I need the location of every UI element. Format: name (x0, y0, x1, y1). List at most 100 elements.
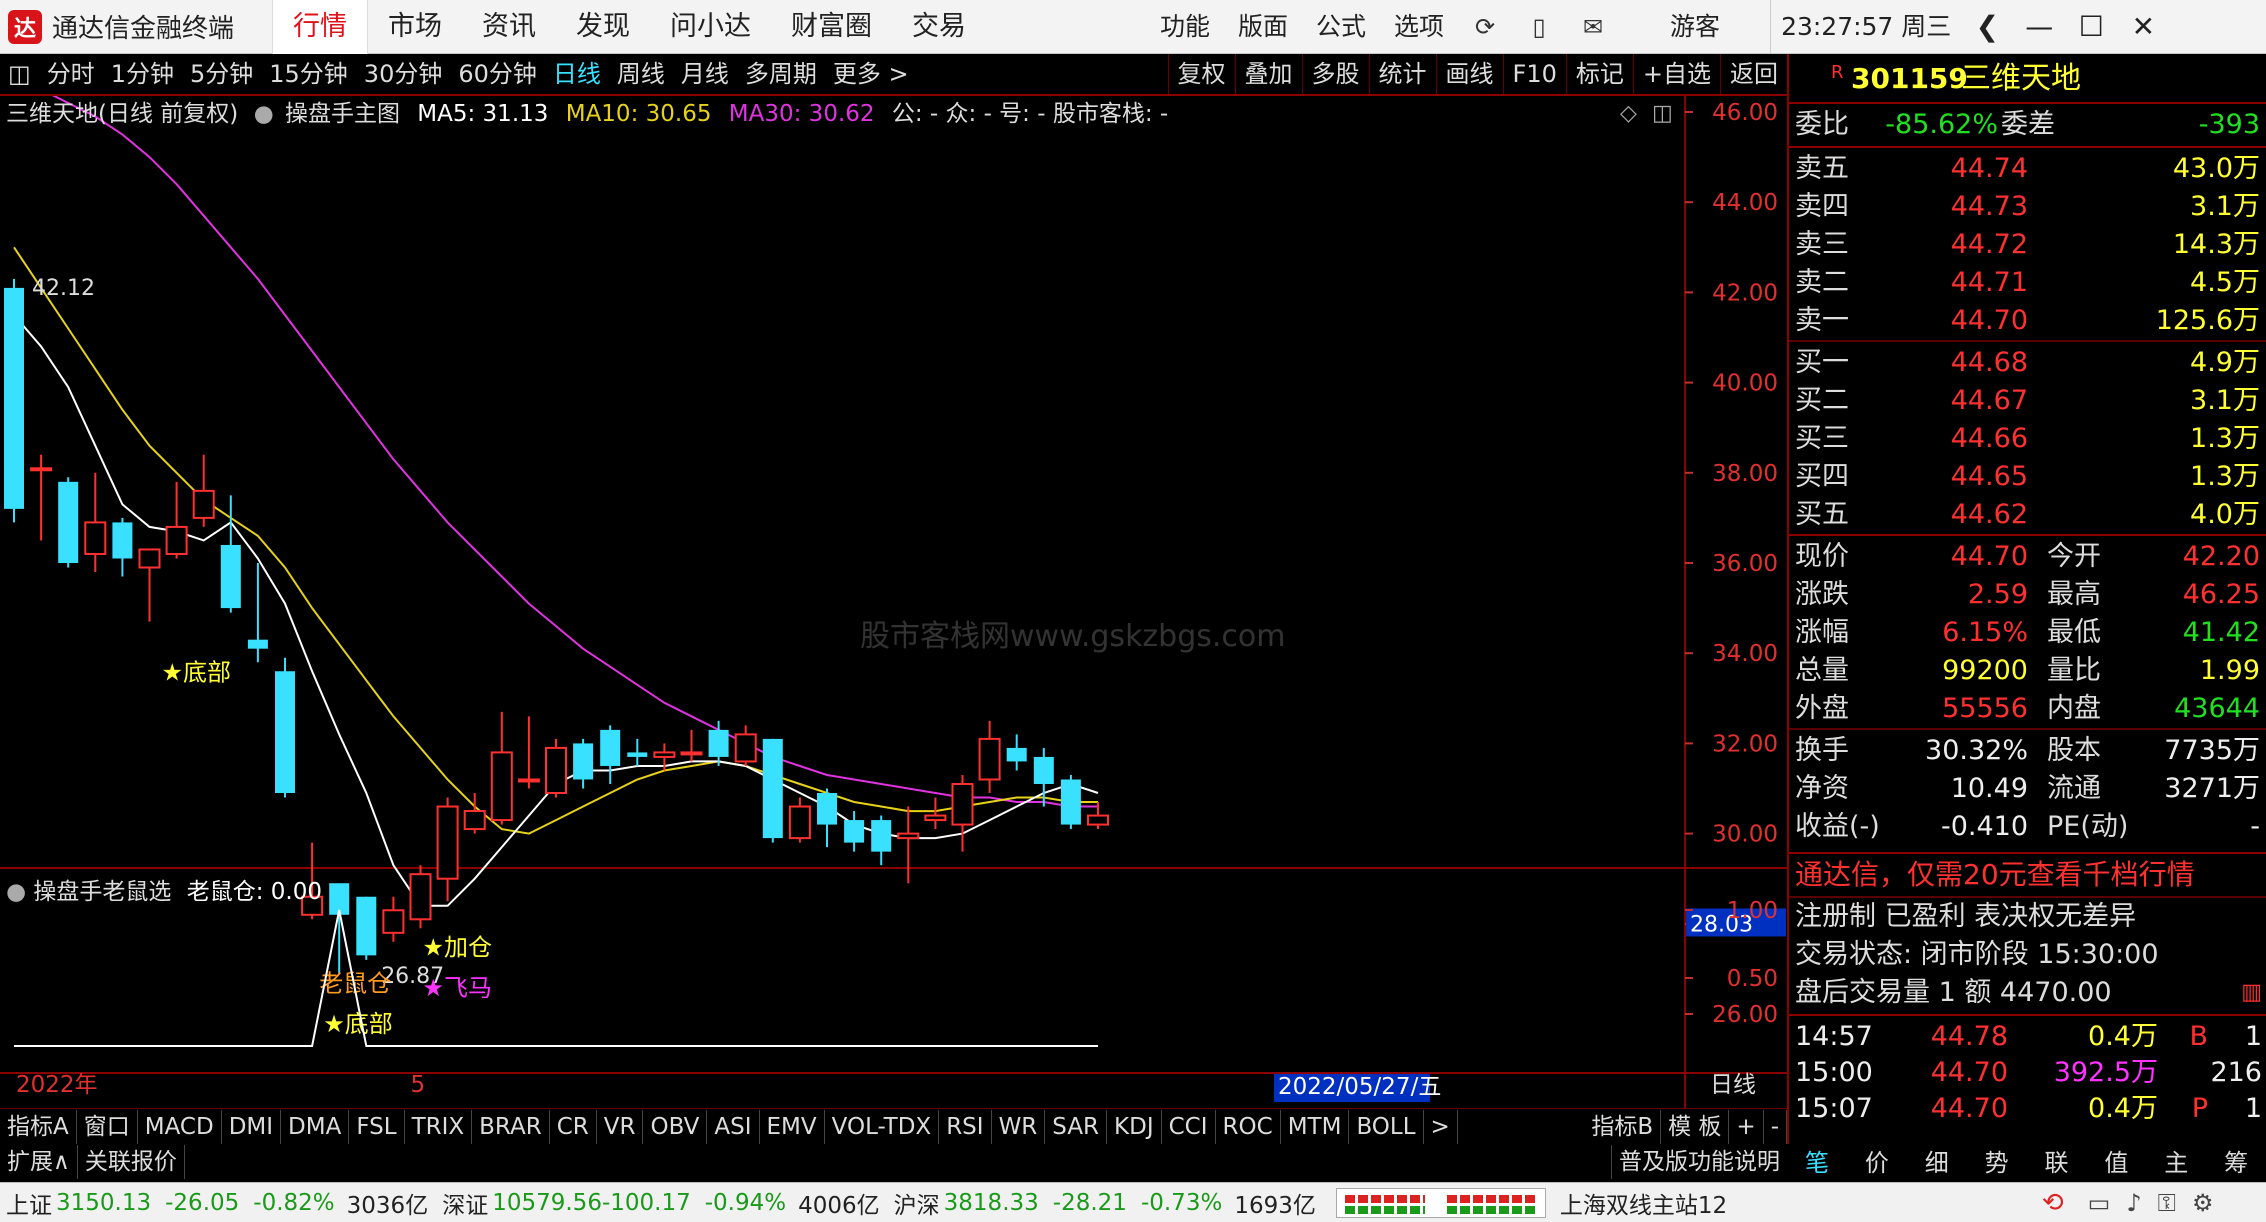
back-arrow-icon[interactable]: ❮ (1961, 0, 2013, 54)
menu-banmian[interactable]: 版面 (1224, 0, 1302, 54)
nav-tab-zixun[interactable]: 资讯 (462, 0, 556, 54)
stat-row[interactable]: 总量 99200 量比 1.99 (1789, 652, 2266, 690)
indicator-tab[interactable]: BRAR (472, 1109, 550, 1144)
indicator-tab[interactable]: DMA (281, 1109, 350, 1144)
period-weekly[interactable]: 周线 (609, 54, 673, 94)
screen-icon[interactable]: ▭ (2080, 1189, 2119, 1217)
connection-refresh-icon[interactable]: ⟲ (2026, 1188, 2080, 1218)
btn-f10[interactable]: F10 (1502, 54, 1566, 94)
lock-icon[interactable]: ⚿ (2150, 1189, 2184, 1217)
period-multi[interactable]: 多周期 (737, 54, 825, 94)
phone-icon[interactable]: ▯ (1522, 10, 1556, 44)
indicator-dot-icon[interactable]: ● (246, 101, 274, 127)
nav-tab-jiaoyi[interactable]: 交易 (892, 0, 986, 54)
indicator-tab[interactable]: 窗口 (77, 1109, 138, 1144)
maximize-icon[interactable]: ☐ (2065, 0, 2117, 54)
refresh-icon[interactable]: ⟳ (1468, 10, 1502, 44)
period-daily[interactable]: 日线 (545, 54, 609, 94)
minimize-icon[interactable]: — (2013, 0, 2065, 54)
indicator-tab[interactable]: FSL (349, 1109, 405, 1144)
sh-index[interactable]: 3150.13 (52, 1190, 151, 1216)
related-quote-button[interactable]: 关联报价 (78, 1145, 185, 1179)
nav-tab-wenxiaoda[interactable]: 问小达 (650, 0, 771, 54)
period-label[interactable]: 日线 (1710, 1072, 1756, 1098)
indicator-tab[interactable]: DMI (222, 1109, 282, 1144)
indicator-tab[interactable]: 模 板 (1661, 1109, 1730, 1144)
sell-level-1[interactable]: 卖一 44.70 125.6万 (1789, 302, 2266, 340)
indicator-tab[interactable]: SAR (1045, 1109, 1108, 1144)
buy-level-2[interactable]: 买二 44.67 3.1万 (1789, 382, 2266, 420)
tick-row[interactable]: 15:00 44.70 392.5万 216 (1789, 1054, 2266, 1092)
expand-button[interactable]: 扩展∧ (0, 1145, 78, 1179)
kline-chart[interactable]: 46.00 44.00 42.00 40.00 38.00 36.00 34.00 32.00… (0, 96, 1787, 1108)
indicator-tab[interactable]: WR (992, 1109, 1046, 1144)
btn-biaoji[interactable]: 标记 (1565, 54, 1633, 94)
chart-small-icon[interactable]: ▥ (2241, 974, 2262, 1012)
nav-tab-caifuquan[interactable]: 财富圈 (771, 0, 892, 54)
detail-tab[interactable]: 价 (1847, 1145, 1907, 1181)
nav-tab-faxian[interactable]: 发现 (556, 0, 650, 54)
btn-add-favorite[interactable]: +自选 (1632, 54, 1720, 94)
sz-index[interactable]: 10579.56 (488, 1190, 602, 1216)
fund-row[interactable]: 收益(-) -0.410 PE(动) - (1789, 808, 2266, 846)
indicator-tab[interactable]: MTM (1281, 1109, 1350, 1144)
user-label[interactable]: 游客 (1620, 0, 1770, 54)
main-indicator-name[interactable]: 操盘手主图 (281, 101, 400, 127)
ad-banner[interactable]: 通达信，仅需20元查看千档行情 (1789, 856, 2266, 894)
period-more[interactable]: 更多 > (825, 54, 917, 94)
menu-gongshi[interactable]: 公式 (1302, 0, 1380, 54)
indicator-tab[interactable]: - (1764, 1109, 1787, 1144)
indicator-tab[interactable]: CR (550, 1109, 597, 1144)
stat-row[interactable]: 涨幅 6.15% 最低 41.42 (1789, 614, 2266, 652)
detail-tab[interactable]: 主 (2146, 1145, 2206, 1181)
buy-level-3[interactable]: 买三 44.66 1.3万 (1789, 420, 2266, 458)
detail-tab[interactable]: 联 (2027, 1145, 2087, 1181)
sell-level-3[interactable]: 卖三 44.72 14.3万 (1789, 226, 2266, 264)
mail-icon[interactable]: ✉ (1576, 10, 1610, 44)
btn-huaxian[interactable]: 画线 (1435, 54, 1503, 94)
indicator-tab[interactable]: + (1729, 1109, 1764, 1144)
period-1min[interactable]: 1分钟 (103, 54, 182, 94)
indicator-tab[interactable]: RSI (939, 1109, 992, 1144)
stat-row[interactable]: 外盘 55556 内盘 43644 (1789, 690, 2266, 728)
fund-row[interactable]: 换手 30.32% 股本 7735万 (1789, 732, 2266, 770)
indicator-tab[interactable]: CCI (1162, 1109, 1216, 1144)
btn-fanhui[interactable]: 返回 (1720, 54, 1787, 94)
nav-tab-shichang[interactable]: 市场 (368, 0, 462, 54)
indicator-tab[interactable]: > (1424, 1109, 1458, 1144)
buy-level-5[interactable]: 买五 44.62 4.0万 (1789, 496, 2266, 534)
indicator-tab[interactable]: 指标A (0, 1109, 77, 1144)
indicator-tab[interactable]: TRIX (405, 1109, 473, 1144)
help-link[interactable]: 普及版功能说明 (1611, 1145, 1787, 1179)
btn-diejia[interactable]: 叠加 (1234, 54, 1302, 94)
tick-row[interactable]: 14:57 44.78 0.4万 B 1 (1789, 1018, 2266, 1056)
detail-tab[interactable]: 势 (1967, 1145, 2027, 1181)
server-label[interactable]: 上海双线主站12 (1546, 1186, 2026, 1220)
detail-tab[interactable]: 值 (2086, 1145, 2146, 1181)
indicator-tab[interactable]: VOL-TDX (825, 1109, 940, 1144)
indicator-tab[interactable]: VR (597, 1109, 644, 1144)
btn-duogu[interactable]: 多股 (1301, 54, 1369, 94)
diamond-icon[interactable]: ◇ (1620, 101, 1637, 126)
menu-gongneng[interactable]: 功能 (1146, 0, 1224, 54)
tick-row[interactable]: 15:07 44.70 0.4万 P 1 (1789, 1090, 2266, 1128)
btn-tongji[interactable]: 统计 (1368, 54, 1436, 94)
detail-tab[interactable]: 细 (1907, 1145, 1967, 1181)
sub-indicator-name[interactable]: 操盘手老鼠选 (33, 879, 171, 905)
sell-level-5[interactable]: 卖五 44.74 43.0万 (1789, 150, 2266, 188)
indicator-tab[interactable]: MACD (138, 1109, 222, 1144)
fund-row[interactable]: 净资 10.49 流通 3271万 (1789, 770, 2266, 808)
sell-level-4[interactable]: 卖四 44.73 3.1万 (1789, 188, 2266, 226)
detail-tab[interactable]: 筹 (2206, 1145, 2266, 1181)
period-fenshi[interactable]: 分时 (39, 54, 103, 94)
indicator-tab[interactable]: OBV (643, 1109, 708, 1144)
btn-fuquan[interactable]: 复权 (1167, 54, 1235, 94)
hs-index[interactable]: 3818.33 (940, 1190, 1039, 1216)
panel-toggle-icon[interactable]: ◫ (1652, 101, 1673, 126)
period-15min[interactable]: 15分钟 (261, 54, 356, 94)
indicator-tab[interactable]: BOLL (1349, 1109, 1424, 1144)
sub-indicator-dot-icon[interactable]: ● (6, 879, 26, 905)
buy-level-4[interactable]: 买四 44.65 1.3万 (1789, 458, 2266, 496)
close-icon[interactable]: ✕ (2117, 0, 2169, 54)
period-30min[interactable]: 30分钟 (356, 54, 451, 94)
